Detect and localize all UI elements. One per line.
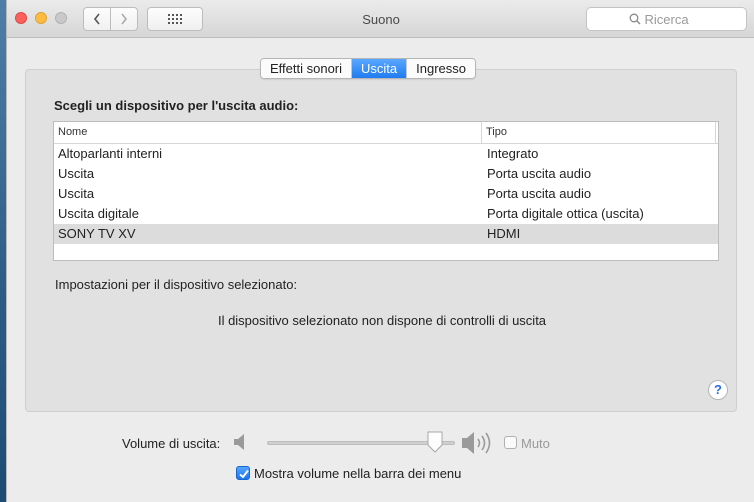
table-row[interactable]: Uscita digitale Porta digitale ottica (u… bbox=[54, 204, 718, 224]
column-header-type[interactable]: Tipo bbox=[482, 122, 716, 143]
device-type: Porta uscita audio bbox=[487, 166, 592, 181]
show-volume-in-menu-bar-checkbox[interactable] bbox=[236, 466, 250, 480]
table-header: Nome Tipo bbox=[54, 122, 718, 144]
device-type: Porta digitale ottica (uscita) bbox=[487, 206, 644, 221]
sound-preferences-window: Suono Effetti sonori Uscita Ingresso Sce… bbox=[6, 0, 754, 502]
tab-input[interactable]: Ingresso bbox=[407, 59, 476, 78]
table-row-selected[interactable]: SONY TV XV HDMI bbox=[54, 224, 718, 244]
show-volume-in-menu-bar-label: Mostra volume nella barra dei menu bbox=[254, 466, 462, 481]
checkmark-icon bbox=[239, 469, 249, 479]
table-row[interactable]: Uscita Porta uscita audio bbox=[54, 164, 718, 184]
tab-bar: Effetti sonori Uscita Ingresso bbox=[260, 58, 477, 79]
speaker-low-icon bbox=[234, 434, 244, 450]
settings-label: Impostazioni per il dispositivo selezion… bbox=[55, 277, 298, 292]
section-title: Scegli un dispositivo per l'uscita audio… bbox=[54, 98, 299, 113]
magnifier-icon bbox=[629, 13, 640, 25]
search-field[interactable] bbox=[586, 7, 747, 31]
no-controls-message: Il dispositivo selezionato non dispone d… bbox=[217, 313, 547, 328]
device-name: Uscita bbox=[58, 186, 95, 201]
mute-label: Muto bbox=[521, 436, 550, 451]
table-row[interactable]: Altoparlanti interni Integrato bbox=[54, 144, 718, 164]
device-type: HDMI bbox=[487, 226, 521, 241]
mute-checkbox[interactable] bbox=[504, 436, 517, 449]
help-button[interactable]: ? bbox=[708, 380, 728, 400]
tab-sound-effects[interactable]: Effetti sonori bbox=[261, 59, 353, 78]
volume-slider-thumb[interactable] bbox=[427, 431, 443, 453]
device-name: Uscita digitale bbox=[58, 206, 139, 221]
column-header-name[interactable]: Nome bbox=[54, 122, 482, 143]
device-name: Uscita bbox=[58, 166, 95, 181]
device-name: Altoparlanti interni bbox=[58, 146, 163, 161]
device-table: Nome Tipo Altoparlanti interni Integrato… bbox=[53, 121, 719, 261]
device-type: Integrato bbox=[487, 146, 539, 161]
volume-slider[interactable] bbox=[267, 431, 455, 455]
search-input[interactable] bbox=[644, 11, 705, 27]
speaker-high-icon bbox=[462, 432, 491, 454]
volume-label: Volume di uscita: bbox=[122, 436, 221, 451]
output-panel: Scegli un dispositivo per l'uscita audio… bbox=[25, 69, 737, 412]
title-bar: Suono bbox=[7, 0, 754, 38]
device-type: Porta uscita audio bbox=[487, 186, 592, 201]
device-name: SONY TV XV bbox=[58, 226, 136, 241]
tab-output[interactable]: Uscita bbox=[352, 59, 408, 78]
table-row[interactable]: Uscita Porta uscita audio bbox=[54, 184, 718, 204]
